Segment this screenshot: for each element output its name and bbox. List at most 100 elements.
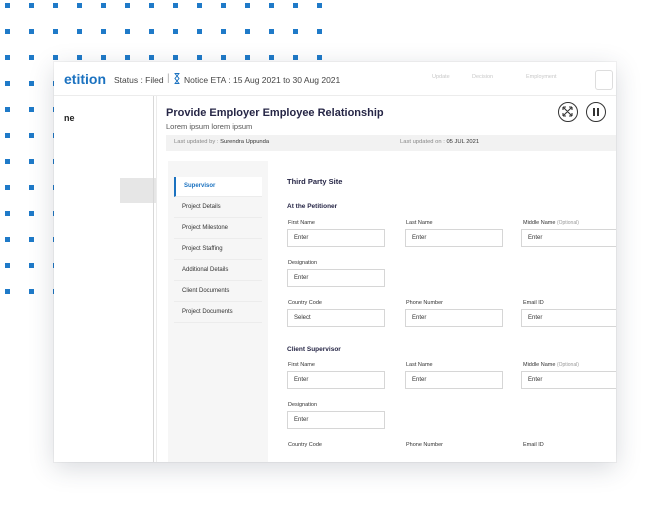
client-phone-label: Phone Number [406,442,443,448]
pattern-dot [77,3,82,8]
pause-button[interactable] [586,102,606,122]
pattern-dot [5,211,10,216]
middle-name-field[interactable]: Enter [521,229,616,247]
pattern-dot [29,29,34,34]
pattern-dot [197,55,202,60]
country-code-select[interactable]: Select [287,309,385,327]
left-panel-highlight [120,178,156,203]
phone-number-field[interactable]: Enter [405,309,503,327]
pattern-dot [173,29,178,34]
pattern-dot [29,211,34,216]
client-last-name-label: Last Name [406,362,433,368]
pattern-dot [5,81,10,86]
pattern-dot [197,29,202,34]
client-middle-name-field[interactable]: Enter [521,371,616,389]
country-code-label: Country Code [288,300,322,306]
pattern-dot [29,81,34,86]
page-brand-title: etition [64,71,106,87]
pattern-dot [77,55,82,60]
client-supervisor-heading: Client Supervisor [287,346,341,353]
pattern-dot [245,29,250,34]
tab-project-staffing[interactable]: Project Staffing [174,240,262,260]
tab-supervisor[interactable]: Supervisor [174,177,262,197]
pattern-dot [29,185,34,190]
designation-field[interactable]: Enter [287,269,385,287]
tab-additional-details[interactable]: Additional Details [174,261,262,281]
pattern-dot [77,29,82,34]
pattern-dot [149,3,154,8]
pattern-dot [221,29,226,34]
client-first-name-field[interactable]: Enter [287,371,385,389]
pattern-dot [149,55,154,60]
pattern-dot [29,159,34,164]
pattern-dot [269,55,274,60]
petitioner-heading: At the Petitioner [287,203,338,210]
pattern-dot [293,29,298,34]
client-first-name-label: First Name [288,362,315,368]
pattern-dot [317,3,322,8]
nav-decision[interactable]: Decision [472,74,493,80]
pattern-dot [29,55,34,60]
pattern-dot [5,289,10,294]
tab-project-milestone[interactable]: Project Milestone [174,219,262,239]
pattern-dot [149,29,154,34]
pattern-dot [5,3,10,8]
left-panel: ne [54,96,156,462]
pattern-dot [173,55,178,60]
pattern-dot [29,263,34,268]
pattern-dot [221,3,226,8]
pattern-dot [317,55,322,60]
tab-client-documents[interactable]: Client Documents [174,282,262,302]
pattern-dot [29,3,34,8]
client-designation-field[interactable]: Enter [287,411,385,429]
nav-update[interactable]: Update [432,74,450,80]
panel-subtitle: Lorem ipsum lorem ipsum [166,122,253,131]
hourglass-icon [174,73,180,84]
pattern-dot [125,55,130,60]
pattern-dot [317,29,322,34]
pattern-dot [5,55,10,60]
divider [156,96,157,462]
pattern-dot [5,185,10,190]
email-field[interactable]: Enter [521,309,616,327]
nav-more-button[interactable] [595,70,613,90]
client-email-label: Email ID [523,442,544,448]
pattern-dot [245,55,250,60]
client-last-name-field[interactable]: Enter [405,371,503,389]
pattern-dot [101,3,106,8]
last-name-field[interactable]: Enter [405,229,503,247]
tab-project-documents[interactable]: Project Documents [174,303,262,323]
pattern-dot [269,3,274,8]
pattern-dot [125,29,130,34]
pattern-dot [29,237,34,242]
pattern-dot [5,263,10,268]
pattern-dot [29,107,34,112]
pattern-dot [5,237,10,242]
expand-button[interactable] [558,102,578,122]
pattern-dot [29,133,34,138]
tab-project-details[interactable]: Project Details [174,198,262,218]
pattern-dot [5,159,10,164]
section-title: Third Party Site [287,177,343,186]
pattern-dot [269,29,274,34]
email-label: Email ID [523,300,544,306]
updated-on-value: 05 JUL 2021 [446,139,480,145]
first-name-field[interactable]: Enter [287,229,385,247]
pattern-dot [197,3,202,8]
pattern-dot [5,133,10,138]
updated-by-value: Surendra Uppunda [220,139,270,145]
pattern-dot [5,107,10,112]
nav-employment[interactable]: Employment [526,74,557,80]
pattern-dot [53,3,58,8]
first-name-label: First Name [288,220,315,226]
pattern-dot [245,3,250,8]
pattern-dot [29,289,34,294]
phone-number-label: Phone Number [406,300,443,306]
updated-on-label: Last updated on : 05 JUL 2021 [400,139,480,145]
divider [153,96,154,462]
pattern-dot [293,55,298,60]
pattern-dot [53,55,58,60]
client-designation-label: Designation [288,402,318,408]
pattern-dot [101,55,106,60]
pattern-dot [53,29,58,34]
